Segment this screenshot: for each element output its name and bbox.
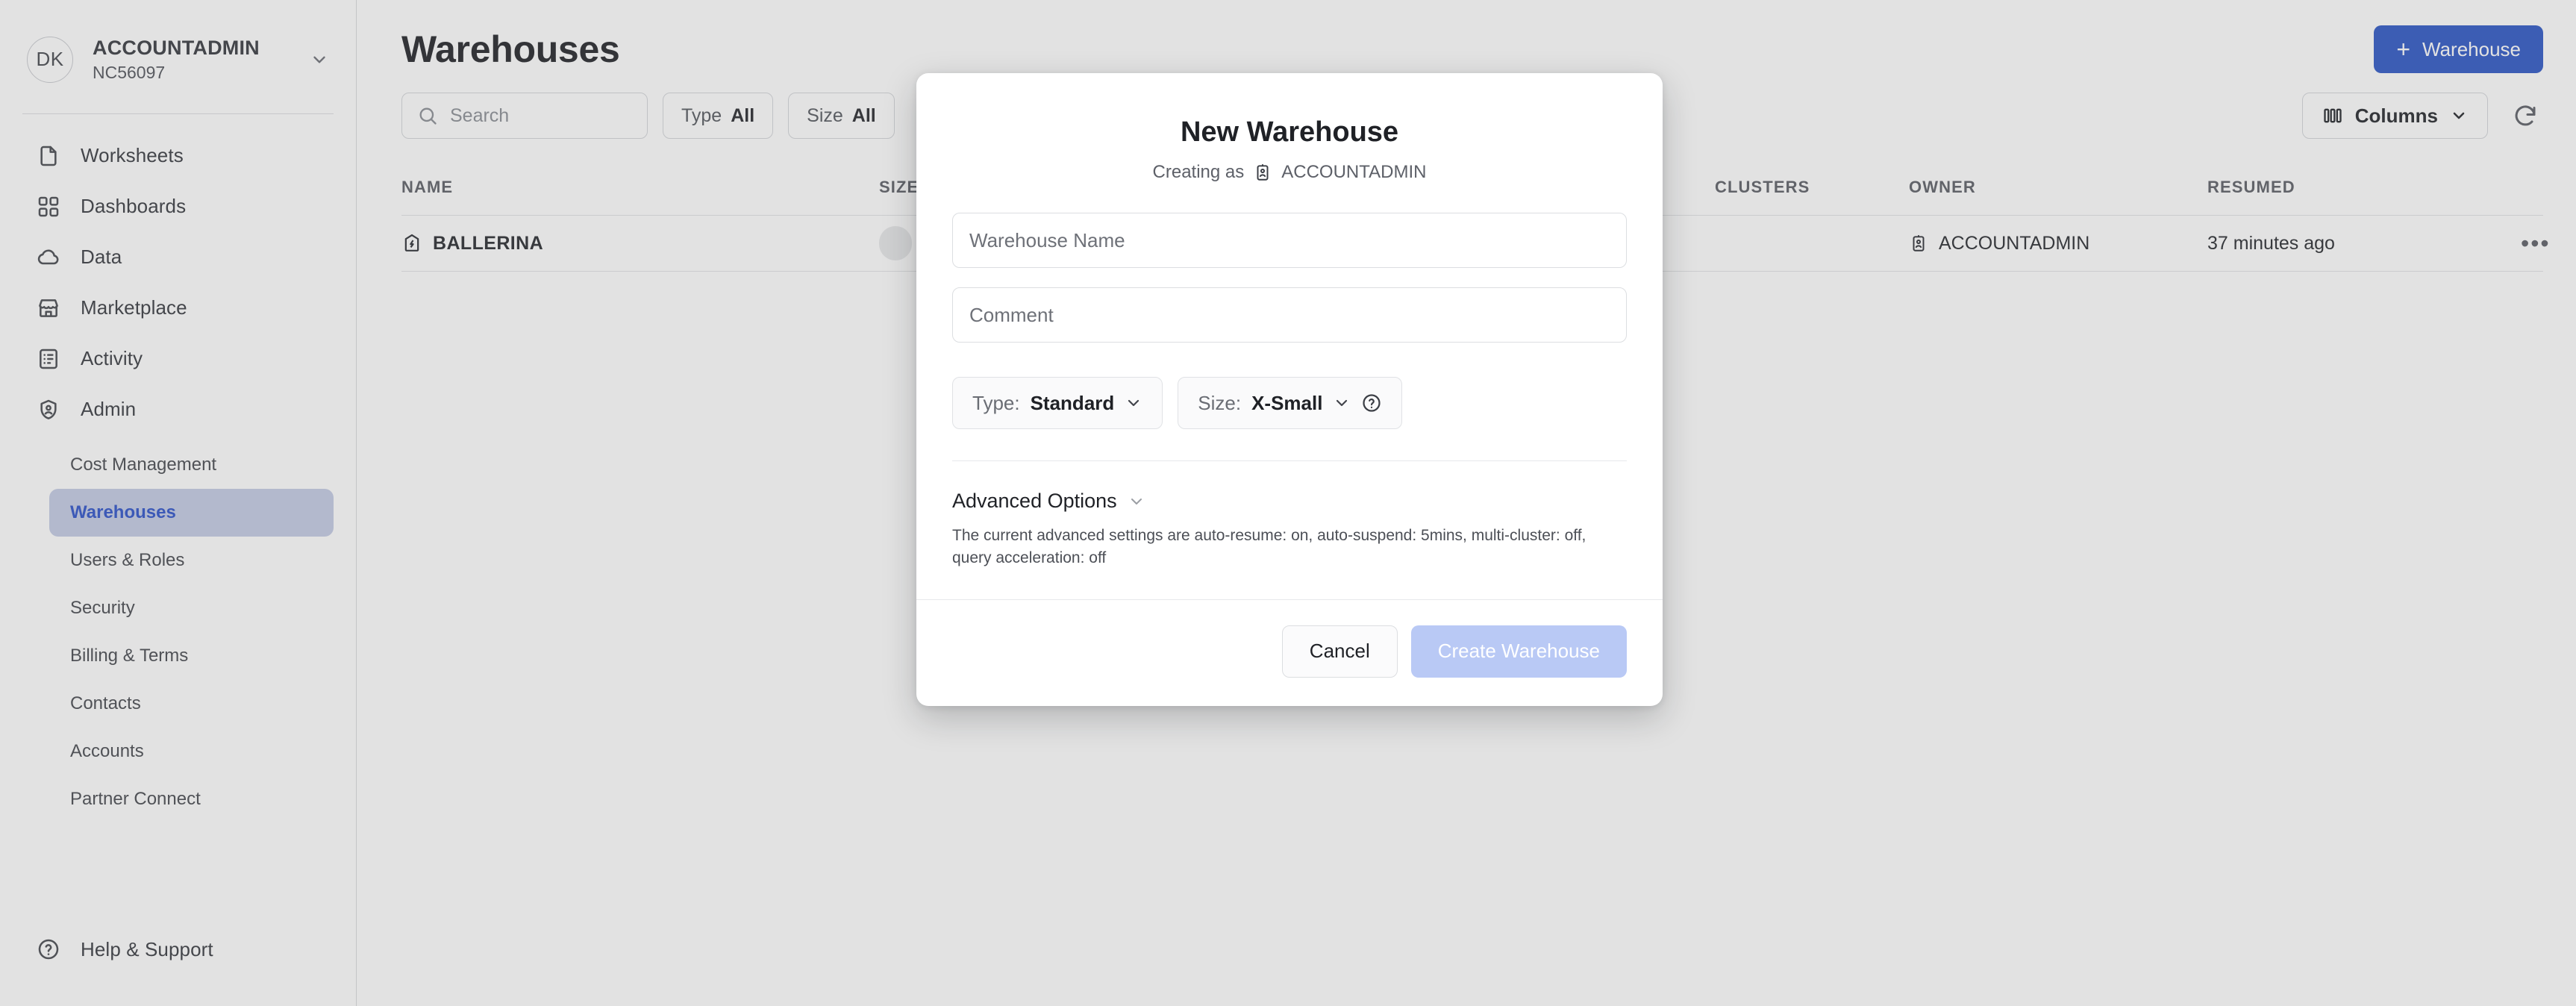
type-select-label: Type: bbox=[972, 391, 1020, 414]
chevron-down-icon bbox=[1128, 493, 1145, 510]
chevron-down-icon bbox=[1125, 394, 1142, 412]
chevron-down-icon bbox=[1333, 394, 1351, 412]
size-select[interactable]: Size: X-Small bbox=[1178, 377, 1403, 429]
size-select-value: X-Small bbox=[1251, 391, 1323, 414]
advanced-options-toggle[interactable]: Advanced Options bbox=[952, 490, 1145, 513]
new-warehouse-dialog: New Warehouse Creating as ACCOUNTADMIN T… bbox=[916, 73, 1663, 706]
size-select-label: Size: bbox=[1198, 391, 1242, 414]
type-select-value: Standard bbox=[1030, 391, 1115, 414]
dialog-header: New Warehouse Creating as ACCOUNTADMIN bbox=[916, 73, 1663, 183]
advanced-options-section: Advanced Options The current advanced se… bbox=[916, 461, 1663, 569]
dialog-title: New Warehouse bbox=[1180, 116, 1399, 148]
app-root: DK ACCOUNTADMIN NC56097 Worksheets Dashb… bbox=[0, 0, 2576, 1006]
role-badge-icon bbox=[1253, 163, 1272, 182]
dialog-body: Type: Standard Size: X-Small bbox=[916, 183, 1663, 429]
question-circle-icon[interactable] bbox=[1361, 393, 1382, 413]
warehouse-name-input[interactable] bbox=[952, 213, 1627, 268]
create-warehouse-button[interactable]: Create Warehouse bbox=[1410, 625, 1627, 678]
creating-as-label: Creating as bbox=[1152, 162, 1245, 182]
dialog-footer: Cancel Create Warehouse bbox=[916, 600, 1663, 706]
modal-overlay[interactable]: New Warehouse Creating as ACCOUNTADMIN T… bbox=[0, 0, 2576, 1006]
advanced-options-title: Advanced Options bbox=[952, 490, 1117, 512]
cancel-button[interactable]: Cancel bbox=[1281, 625, 1398, 678]
dialog-subtitle: Creating as ACCOUNTADMIN bbox=[916, 162, 1663, 183]
advanced-options-note: The current advanced settings are auto-r… bbox=[952, 527, 1586, 566]
creating-as-role: ACCOUNTADMIN bbox=[1281, 162, 1427, 182]
type-select[interactable]: Type: Standard bbox=[952, 377, 1163, 429]
comment-input[interactable] bbox=[952, 287, 1627, 343]
type-size-row: Type: Standard Size: X-Small bbox=[952, 377, 1627, 429]
